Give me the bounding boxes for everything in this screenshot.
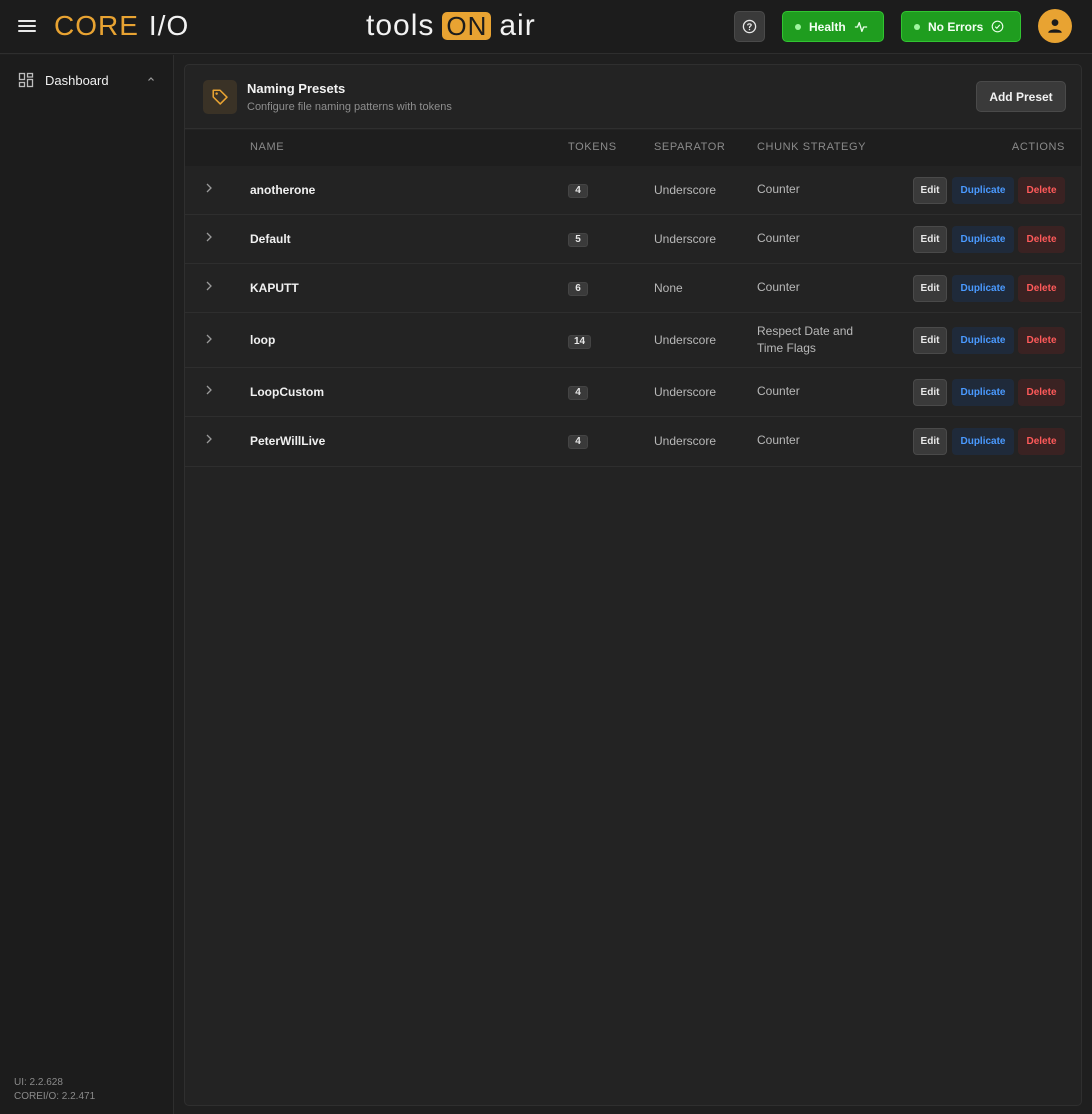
delete-button[interactable]: Delete	[1018, 428, 1065, 455]
core-io-logo: CORE I/O	[54, 9, 189, 43]
token-count-badge: 5	[568, 233, 588, 247]
page-subtitle: Configure file naming patterns with toke…	[247, 101, 452, 113]
chunk-strategy-value: Counter	[757, 231, 800, 245]
duplicate-button[interactable]: Duplicate	[952, 327, 1014, 354]
delete-button[interactable]: Delete	[1018, 379, 1065, 406]
errors-label: No Errors	[928, 19, 984, 34]
naming-presets-panel: Naming Presets Configure file naming pat…	[184, 64, 1082, 1106]
duplicate-button[interactable]: Duplicate	[952, 428, 1014, 455]
token-count-badge: 6	[568, 282, 588, 296]
column-header-name: NAME	[250, 141, 285, 153]
chevron-right-icon[interactable]	[205, 433, 213, 445]
preset-name: Default	[250, 232, 291, 246]
delete-button[interactable]: Delete	[1018, 226, 1065, 253]
chunk-strategy-value: Counter	[757, 280, 800, 294]
delete-button[interactable]: Delete	[1018, 327, 1065, 354]
chevron-right-icon[interactable]	[205, 280, 213, 292]
edit-button[interactable]: Edit	[913, 226, 947, 253]
delete-button[interactable]: Delete	[1018, 275, 1065, 302]
chunk-strategy-value: Counter	[757, 182, 800, 196]
edit-button[interactable]: Edit	[913, 177, 947, 204]
preset-name: LoopCustom	[250, 385, 324, 399]
table-row: anotherone 4 Underscore Counter Edit Dup…	[185, 166, 1081, 215]
column-header-separator: SEPARATOR	[654, 141, 726, 153]
user-avatar[interactable]	[1038, 9, 1072, 43]
page-title: Naming Presets	[247, 81, 346, 96]
separator-value: Underscore	[654, 385, 717, 399]
table-row: PeterWillLive 4 Underscore Counter Edit …	[185, 417, 1081, 467]
version-info: UI: 2.2.628 COREI/O: 2.2.471	[14, 1076, 95, 1104]
table-row: KAPUTT 6 None Counter Edit Duplicate Del…	[185, 264, 1081, 313]
separator-value: None	[654, 281, 683, 295]
edit-button[interactable]: Edit	[913, 327, 947, 354]
table-header: NAME TOKENS SEPARATOR CHUNK STRATEGY ACT…	[185, 130, 1081, 166]
duplicate-button[interactable]: Duplicate	[952, 177, 1014, 204]
errors-button[interactable]: No Errors	[901, 11, 1021, 42]
duplicate-button[interactable]: Duplicate	[952, 275, 1014, 302]
chevron-right-icon[interactable]	[205, 333, 213, 345]
column-header-tokens: TOKENS	[568, 141, 617, 153]
core-version: COREI/O: 2.2.471	[14, 1091, 96, 1102]
duplicate-button[interactable]: Duplicate	[952, 226, 1014, 253]
separator-value: Underscore	[654, 183, 717, 197]
column-header-chunk-strategy: CHUNK STRATEGY	[757, 141, 867, 153]
chunk-strategy-value: Counter	[757, 384, 800, 398]
separator-value: Underscore	[654, 333, 717, 347]
errors-status-dot	[914, 23, 920, 30]
chevron-up-icon[interactable]	[146, 74, 156, 84]
health-status-dot	[795, 23, 801, 30]
chevron-right-icon[interactable]	[205, 231, 213, 243]
core-logo-text: CORE	[54, 10, 139, 41]
preset-name: loop	[250, 333, 276, 347]
separator-value: Underscore	[654, 434, 717, 448]
sidebar-item-label: Dashboard	[45, 72, 109, 88]
table-row: LoopCustom 4 Underscore Counter Edit Dup…	[185, 368, 1081, 417]
duplicate-button[interactable]: Duplicate	[952, 379, 1014, 406]
edit-button[interactable]: Edit	[913, 428, 947, 455]
edit-button[interactable]: Edit	[913, 379, 947, 406]
chevron-right-icon[interactable]	[205, 384, 213, 396]
sidebar: Dashboard UI: 2.2.628 COREI/O: 2.2.471	[0, 55, 174, 1114]
tools-on-air-logo: tools ON air	[366, 8, 536, 44]
edit-button[interactable]: Edit	[913, 275, 947, 302]
delete-button[interactable]: Delete	[1018, 177, 1065, 204]
column-header-actions: ACTIONS	[1011, 141, 1065, 153]
tag-icon	[212, 89, 228, 105]
table-row: loop 14 Underscore Respect Date and Time…	[185, 313, 1081, 368]
chunk-strategy-value: Respect Date and Time Flags	[757, 324, 854, 355]
token-count-badge: 4	[568, 184, 588, 198]
tag-icon-tile	[203, 80, 237, 114]
core-io-text: I/O	[148, 10, 190, 41]
dashboard-icon	[18, 72, 34, 88]
preset-name: anotherone	[250, 183, 316, 197]
preset-name: PeterWillLive	[250, 434, 326, 448]
separator-value: Underscore	[654, 232, 717, 246]
preset-name: KAPUTT	[250, 281, 299, 295]
health-label: Health	[809, 19, 846, 34]
token-count-badge: 4	[568, 386, 588, 400]
panel-header: Naming Presets Configure file naming pat…	[185, 65, 1081, 129]
activity-icon	[854, 21, 867, 32]
token-count-badge: 14	[568, 335, 592, 349]
brand-left-text: tools	[366, 9, 435, 42]
check-circle-icon	[992, 20, 1004, 33]
sidebar-item-dashboard[interactable]: Dashboard	[10, 66, 164, 94]
top-bar: CORE I/O tools ON air Health No Errors	[0, 0, 1092, 54]
brand-right-text: air	[499, 9, 536, 42]
help-icon	[742, 19, 757, 34]
add-preset-button[interactable]: Add Preset	[976, 81, 1066, 112]
token-count-badge: 4	[568, 435, 588, 449]
table-row: Default 5 Underscore Counter Edit Duplic…	[185, 215, 1081, 264]
menu-icon[interactable]	[18, 17, 36, 35]
health-button[interactable]: Health	[782, 11, 884, 42]
help-button[interactable]	[734, 11, 765, 42]
chevron-right-icon[interactable]	[205, 182, 213, 194]
chunk-strategy-value: Counter	[757, 433, 800, 447]
ui-version: UI: 2.2.628	[14, 1077, 63, 1088]
brand-on-text: ON	[442, 12, 492, 40]
user-icon	[1048, 19, 1062, 33]
